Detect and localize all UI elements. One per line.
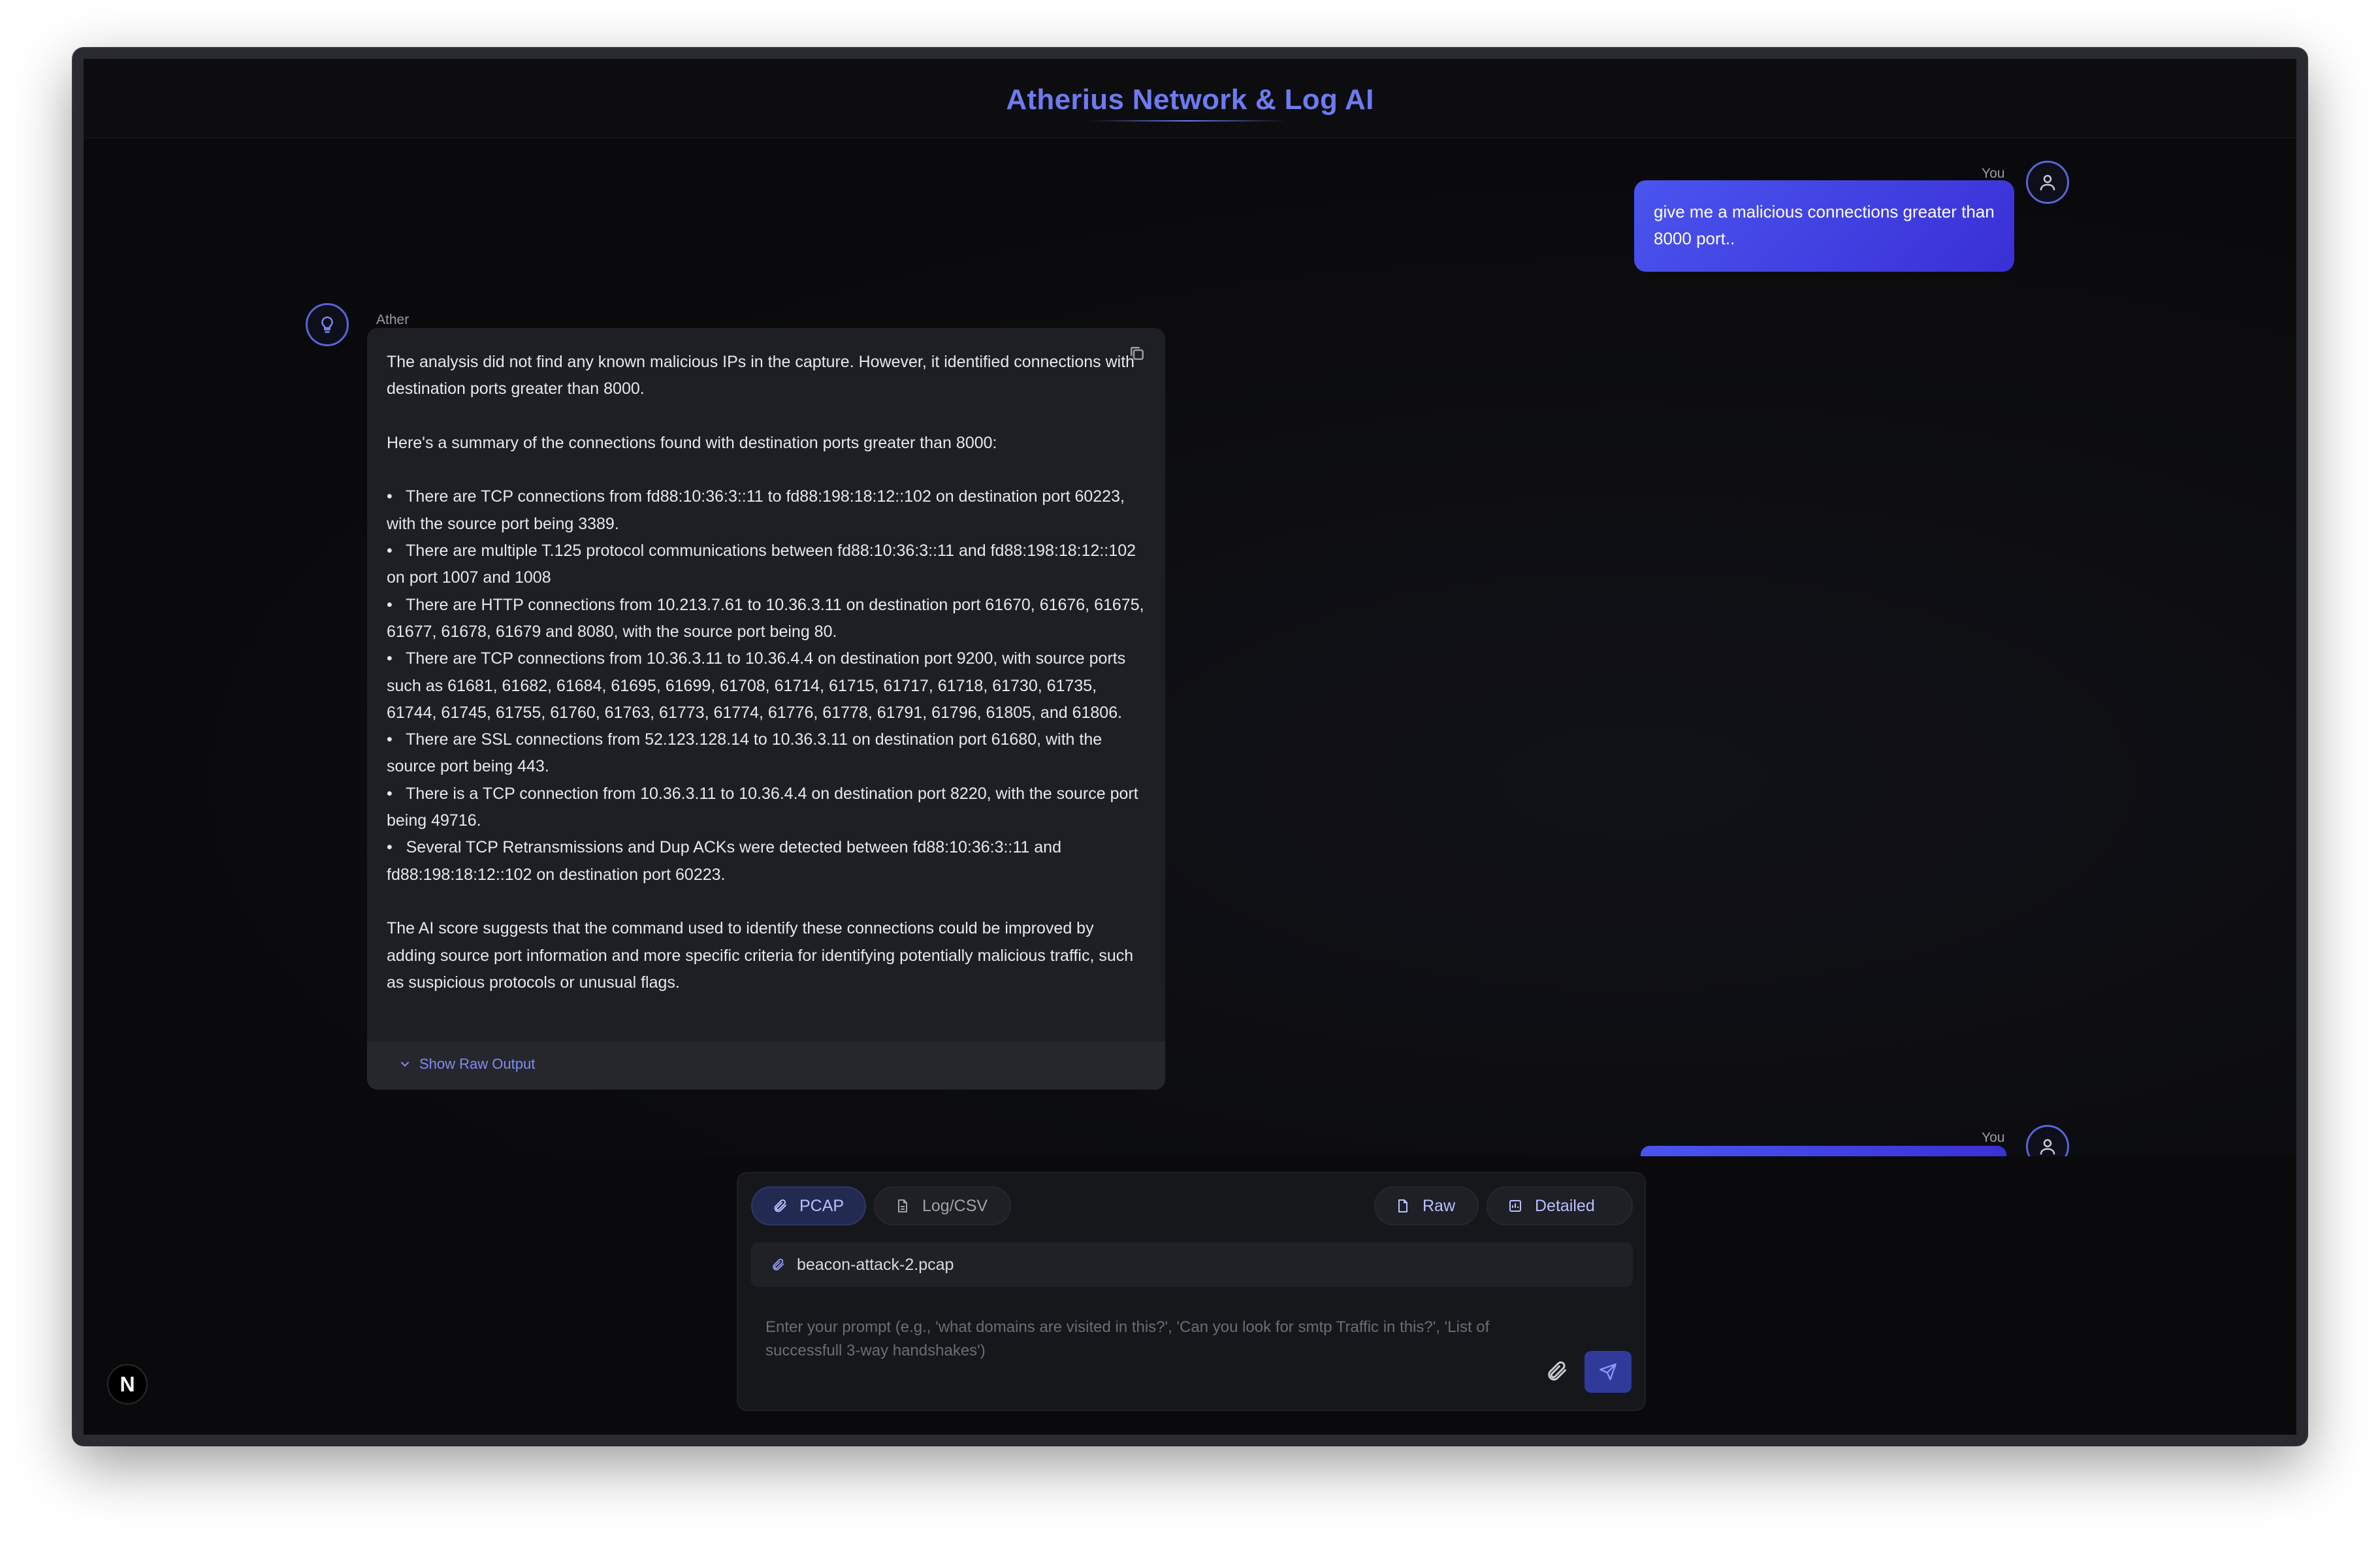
show-raw-output-toggle[interactable]: Show Raw Output (398, 1056, 535, 1073)
view-raw-label: Raw (1423, 1196, 1456, 1215)
framework-badge[interactable]: N (107, 1364, 148, 1405)
paperclip-icon (773, 1258, 784, 1271)
layout-icon (1509, 1200, 1521, 1212)
ai-intro-paragraph: The analysis did not find any known mali… (387, 353, 1135, 398)
bullet-text: There are TCP connections from fd88:10:3… (387, 487, 1125, 533)
bullet-text: There are TCP connections from 10.36.3.1… (387, 649, 1126, 722)
paperclip-icon (774, 1199, 786, 1212)
bullet-text: There are HTTP connections from 10.213.7… (387, 595, 1144, 641)
list-item: • There are TCP connections from 10.36.3… (387, 645, 1146, 726)
bullet-text: Several TCP Retransmissions and Dup ACKs… (387, 838, 1061, 884)
ai-message-bubble: The analysis did not find any known mali… (367, 328, 1165, 1090)
user-sender-label: You (1982, 166, 2005, 181)
document-icon (898, 1199, 907, 1212)
bullet-marker: • (387, 595, 393, 614)
mode-log-csv-button[interactable]: Log/CSV (874, 1186, 1011, 1226)
ai-response-text: The analysis did not find any known mali… (387, 349, 1146, 996)
show-raw-output-label: Show Raw Output (419, 1056, 536, 1072)
user-avatar (2026, 161, 2069, 204)
user-message-bubble: give me a malicious connections greater … (1634, 180, 2014, 272)
view-raw-button[interactable]: Raw (1374, 1186, 1479, 1226)
bullet-marker: • (387, 649, 393, 668)
view-detailed-label: Detailed (1535, 1196, 1595, 1215)
app-screen: Atherius Network & Log AI You give me a … (84, 59, 2296, 1435)
ai-summary-paragraph: Here's a summary of the connections foun… (387, 433, 997, 452)
user-icon (2040, 174, 2055, 191)
prompt-input[interactable] (765, 1316, 1497, 1374)
mode-pcap-label: PCAP (799, 1196, 844, 1215)
bullet-marker: • (387, 487, 393, 506)
app-window: Atherius Network & Log AI You give me a … (73, 48, 2307, 1445)
file-icon (1398, 1199, 1407, 1212)
bullet-text: There are SSL connections from 52.123.12… (387, 730, 1102, 776)
attach-file-button[interactable] (1540, 1355, 1573, 1388)
app-title: Atherius Network & Log AI (1006, 84, 1374, 116)
header-bar: Atherius Network & Log AI (84, 59, 2296, 138)
list-item: • There is a TCP connection from 10.36.3… (387, 781, 1146, 835)
bullet-marker: • (387, 784, 393, 803)
bullet-text: There is a TCP connection from 10.36.3.1… (387, 784, 1138, 830)
list-item: • There are HTTP connections from 10.213… (387, 592, 1146, 646)
user2-sender-label: You (1982, 1130, 2005, 1145)
send-icon (1600, 1363, 1616, 1380)
user-icon (2040, 1139, 2055, 1155)
lightbulb-icon (321, 316, 333, 333)
mode-pcap-button[interactable]: PCAP (751, 1186, 866, 1226)
list-item: • There are TCP connections from fd88:10… (387, 483, 1146, 538)
chevron-down-icon (400, 1062, 410, 1067)
ai-bullet-list: • There are TCP connections from fd88:10… (387, 483, 1146, 888)
mode-log-csv-label: Log/CSV (922, 1196, 988, 1215)
bullet-marker: • (387, 838, 393, 857)
attached-file-name: beacon-attack-2.pcap (797, 1255, 954, 1274)
list-item: • There are multiple T.125 protocol comm… (387, 538, 1146, 592)
ai-message-footer: Show Raw Output (367, 1041, 1165, 1090)
bullet-marker: • (387, 730, 393, 749)
ai-conclusion-paragraph: The AI score suggests that the command u… (387, 919, 1134, 992)
prompt-composer: PCAP Log/CSV Raw Detailed beacon-attack-… (737, 1172, 1646, 1411)
ai-avatar (306, 303, 349, 346)
list-item: • There are SSL connections from 52.123.… (387, 726, 1146, 781)
ai-sender-label: Ather (376, 312, 410, 327)
bullet-marker: • (387, 542, 393, 560)
bullet-text: There are multiple T.125 protocol commun… (387, 542, 1136, 587)
list-item: • Several TCP Retransmissions and Dup AC… (387, 834, 1146, 888)
title-underline (1089, 120, 1285, 122)
paperclip-icon (1548, 1361, 1566, 1381)
attached-file-chip[interactable]: beacon-attack-2.pcap (751, 1243, 1633, 1287)
send-button[interactable] (1584, 1351, 1632, 1393)
view-detailed-button[interactable]: Detailed (1487, 1186, 1633, 1226)
